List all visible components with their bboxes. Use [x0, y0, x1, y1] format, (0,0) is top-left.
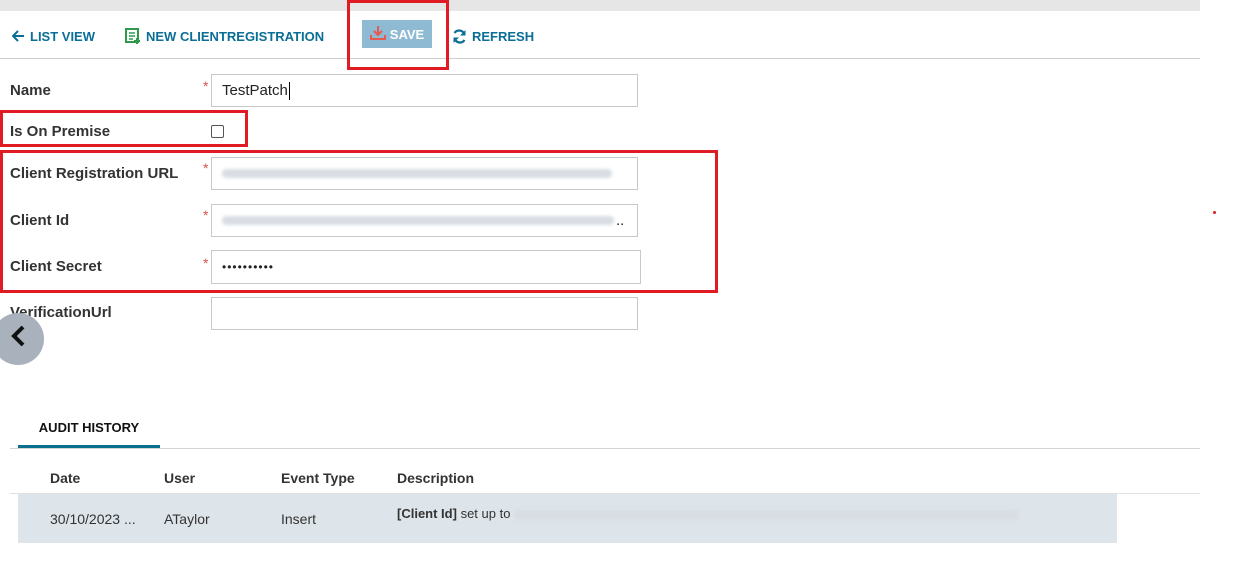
- client-id-required-marker: *: [203, 207, 209, 223]
- client-secret-label: Client Secret: [10, 258, 102, 275]
- save-download-icon: [369, 25, 386, 44]
- toolbar: LIST VIEW NEW CLIENTREGISTRATION SAVE RE…: [0, 11, 1200, 59]
- new-record-icon: [125, 28, 141, 44]
- client-id-overflow: ..: [616, 212, 625, 229]
- top-bar: [0, 0, 1200, 11]
- new-clientregistration-label: NEW CLIENTREGISTRATION: [146, 28, 325, 44]
- client-registration-url-label: Client Registration URL: [10, 165, 179, 182]
- new-clientregistration-button[interactable]: NEW CLIENTREGISTRATION: [125, 26, 324, 46]
- client-id-input[interactable]: ..: [211, 204, 638, 237]
- list-view-label: LIST VIEW: [30, 28, 95, 44]
- row-date: 30/10/2023 ...: [50, 511, 136, 527]
- client-secret-masked-value: ••••••••••: [222, 260, 275, 274]
- list-view-button[interactable]: LIST VIEW: [12, 26, 95, 46]
- row-user: ATaylor: [164, 511, 210, 527]
- client-secret-required-marker: *: [203, 255, 209, 271]
- red-dot-marker: [1213, 211, 1216, 214]
- collapse-back-button[interactable]: [0, 313, 44, 365]
- name-label: Name: [10, 82, 51, 99]
- name-required-marker: *: [203, 78, 209, 94]
- chevron-left-icon: [9, 323, 27, 355]
- redacted-description-value: [514, 509, 1020, 520]
- client-id-label: Client Id: [10, 212, 70, 229]
- column-header-user[interactable]: User: [164, 470, 195, 486]
- row-description: [Client Id] set up to: [397, 506, 1020, 521]
- text-caret: [288, 81, 290, 100]
- column-header-description[interactable]: Description: [397, 470, 474, 486]
- name-input[interactable]: TestPatch: [211, 74, 638, 107]
- on-premise-label: Is On Premise: [10, 123, 111, 140]
- column-header-date[interactable]: Date: [50, 470, 80, 486]
- client-registration-url-input[interactable]: [211, 157, 638, 190]
- client-url-required-marker: *: [203, 160, 209, 176]
- refresh-button[interactable]: REFRESH: [452, 26, 534, 46]
- table-row[interactable]: 30/10/2023 ... ATaylor Insert [Client Id…: [18, 494, 1117, 543]
- row-description-text: set up to: [460, 506, 511, 521]
- name-value: TestPatch: [222, 82, 288, 99]
- row-description-field: [Client Id]: [397, 506, 457, 521]
- tab-divider: [10, 448, 1200, 449]
- client-secret-input[interactable]: ••••••••••: [211, 250, 641, 284]
- refresh-icon: [452, 28, 467, 44]
- redacted-url: [222, 169, 612, 178]
- on-premise-checkbox[interactable]: [211, 125, 224, 138]
- save-button[interactable]: SAVE: [362, 20, 432, 48]
- column-header-event-type[interactable]: Event Type: [281, 470, 355, 486]
- arrow-left-icon: [12, 30, 25, 42]
- tab-audit-history[interactable]: AUDIT HISTORY: [18, 409, 160, 448]
- refresh-label: REFRESH: [472, 28, 535, 44]
- redacted-client-id: [222, 216, 614, 225]
- save-label: SAVE: [389, 26, 425, 42]
- row-event-type: Insert: [281, 511, 317, 527]
- verification-url-input[interactable]: [211, 297, 638, 330]
